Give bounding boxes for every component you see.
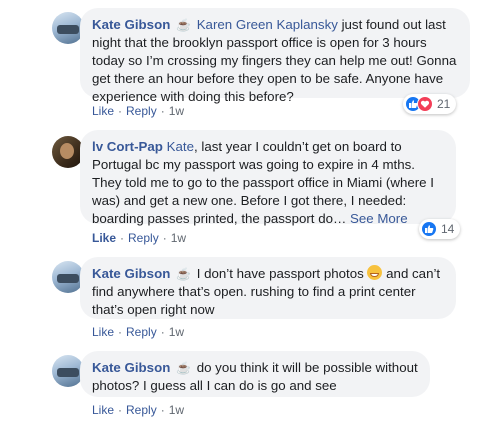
comment-actions: Like · Reply · 1w: [92, 231, 186, 245]
comment-bubble: lv Cort-Pap Kate, last year I couldn’t g…: [80, 130, 456, 226]
like-button[interactable]: Like: [92, 231, 116, 245]
like-button[interactable]: Like: [92, 325, 114, 339]
like-icon: [421, 221, 437, 237]
timestamp[interactable]: 1w: [171, 231, 186, 245]
separator: ·: [120, 231, 125, 245]
separator: ·: [118, 104, 123, 118]
reply-button[interactable]: Reply: [126, 104, 157, 118]
separator: ·: [160, 403, 165, 417]
like-button[interactable]: Like: [92, 403, 114, 417]
comment-author[interactable]: Kate Gibson: [92, 17, 170, 32]
see-more-link[interactable]: See More: [350, 211, 408, 226]
reply-button[interactable]: Reply: [126, 403, 157, 417]
comment-author[interactable]: Kate Gibson: [92, 266, 170, 281]
separator: ·: [160, 325, 165, 339]
reaction-count: 14: [441, 222, 455, 236]
reaction-summary[interactable]: 14: [419, 219, 461, 239]
reaction-summary[interactable]: 21: [403, 94, 457, 114]
love-icon: [417, 96, 433, 112]
comment-bubble: Kate Gibson ☕ do you think it will be po…: [80, 351, 430, 397]
separator: ·: [160, 104, 165, 118]
timestamp[interactable]: 1w: [169, 325, 184, 339]
like-button[interactable]: Like: [92, 104, 114, 118]
coffee-icon: ☕: [176, 18, 191, 32]
mention-link[interactable]: Kate: [167, 139, 194, 154]
reaction-count: 21: [437, 97, 451, 111]
comment-text: I don’t have passport photos: [196, 266, 368, 281]
comment-actions: Like · Reply · 1w: [92, 325, 184, 339]
separator: ·: [162, 231, 167, 245]
separator: ·: [118, 403, 123, 417]
comment-author[interactable]: lv Cort-Pap: [92, 139, 163, 154]
timestamp[interactable]: 1w: [169, 403, 184, 417]
mention-link[interactable]: Karen Green Kaplansky: [197, 17, 338, 32]
coffee-icon: ☕: [176, 267, 191, 281]
comment-bubble: Kate Gibson ☕ I don’t have passport phot…: [80, 257, 456, 319]
reply-button[interactable]: Reply: [126, 325, 157, 339]
comment-author[interactable]: Kate Gibson: [92, 360, 170, 375]
timestamp[interactable]: 1w: [169, 104, 184, 118]
coffee-icon: ☕: [176, 361, 191, 375]
comment-actions: Like · Reply · 1w: [92, 403, 184, 417]
separator: ·: [118, 325, 123, 339]
comment-actions: Like · Reply · 1w: [92, 104, 184, 118]
grinning-sweat-emoji-icon: [367, 265, 383, 280]
comment-bubble: Kate Gibson ☕ Karen Green Kaplansky just…: [80, 8, 470, 104]
reply-button[interactable]: Reply: [128, 231, 159, 245]
